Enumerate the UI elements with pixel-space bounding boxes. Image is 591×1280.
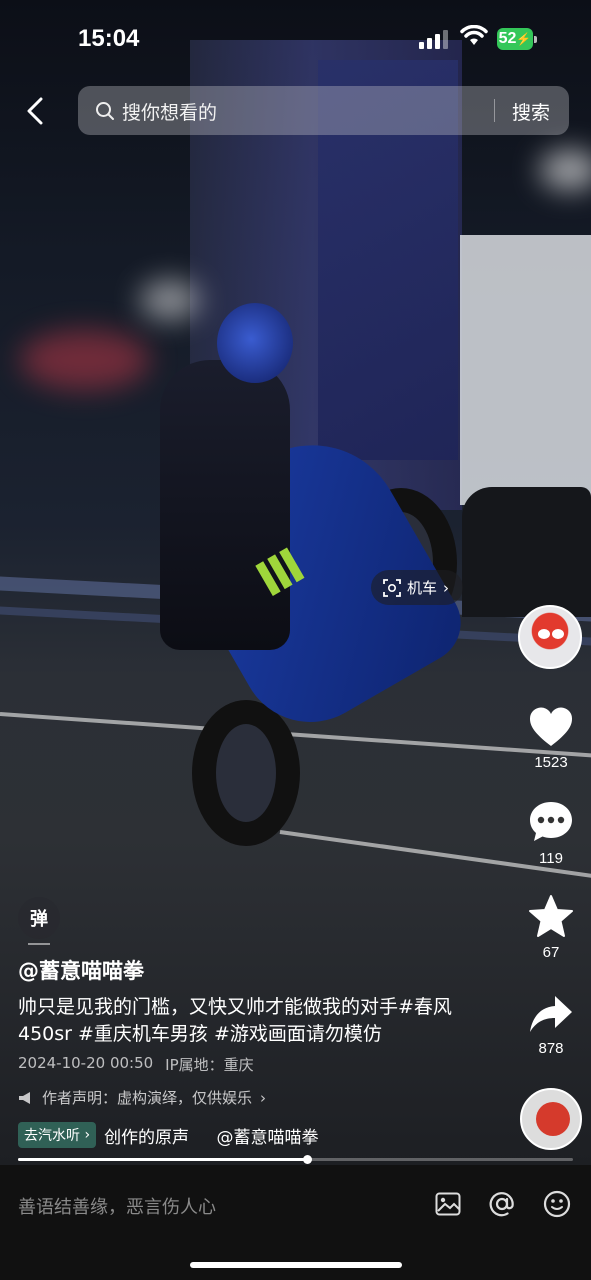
- favorite-count: 67: [542, 944, 560, 961]
- wifi-icon: [460, 25, 488, 45]
- at-icon: [489, 1192, 514, 1217]
- video-tag-label: 机车: [407, 579, 438, 597]
- emoji-icon: [543, 1190, 571, 1218]
- rider: [160, 360, 290, 650]
- image-icon: [435, 1192, 461, 1216]
- comment-count: 119: [539, 850, 563, 867]
- heart-icon: [529, 707, 573, 746]
- megaphone-icon: [19, 1091, 30, 1104]
- music-row[interactable]: 去汽水听 › 创作的原声 @蓄意喵喵拳: [18, 1122, 434, 1148]
- music-title: 创作的原声 @蓄意喵喵拳: [104, 1123, 434, 1148]
- battery-icon: 52 ⚡: [497, 28, 537, 50]
- video-progress-fill: [18, 1158, 307, 1161]
- image-button[interactable]: [433, 1189, 463, 1219]
- music-disc[interactable]: [520, 1088, 582, 1150]
- search-divider: [494, 99, 495, 122]
- chevron-right-icon: ›: [443, 578, 450, 597]
- declaration-text: 作者声明：虚构演绎，仅供娱乐: [42, 1089, 253, 1107]
- danmaku-label: 弹: [30, 909, 48, 930]
- star-icon: [529, 895, 573, 937]
- back-arrow-icon: [27, 97, 43, 125]
- comment-icon: [530, 802, 572, 841]
- share-button[interactable]: 878: [520, 994, 582, 1057]
- bg-light: [20, 330, 150, 390]
- video-progress-knob[interactable]: [302, 1155, 312, 1164]
- share-icon: [530, 996, 572, 1032]
- bg-light: [140, 280, 200, 320]
- like-count: 1523: [534, 754, 568, 771]
- video-tag-chip[interactable]: 机车 ›: [371, 570, 464, 605]
- favorite-button[interactable]: 67: [520, 894, 582, 961]
- danmaku-toggle[interactable]: 弹: [18, 897, 60, 945]
- music-app-tag[interactable]: 去汽水听 ›: [18, 1122, 97, 1148]
- comment-bar: 善语结善缘，恶言伤人心: [0, 1165, 591, 1280]
- cellular-signal-icon: [419, 30, 448, 49]
- chevron-right-icon: ›: [260, 1088, 267, 1107]
- scan-icon: [383, 578, 401, 597]
- search-bar[interactable]: 搜你想看的 搜索: [78, 86, 569, 135]
- mention-button[interactable]: [487, 1189, 517, 1219]
- video-player[interactable]: Ⅲ: [0, 0, 591, 1165]
- music-app-tag-label: 去汽水听: [24, 1128, 80, 1144]
- back-button[interactable]: [20, 95, 50, 127]
- bg-light: [540, 150, 591, 190]
- battery-level: 52: [498, 30, 517, 47]
- post-meta: 2024-10-20 00:50 IP属地：重庆: [18, 1054, 254, 1075]
- search-input[interactable]: 搜你想看的: [122, 98, 217, 125]
- comment-button[interactable]: 119: [520, 800, 582, 867]
- rider-helmet: [217, 303, 293, 383]
- video-progress-bar[interactable]: [18, 1155, 573, 1164]
- search-button[interactable]: 搜索: [512, 98, 550, 125]
- author-declaration[interactable]: 作者声明：虚构演绎，仅供娱乐 ›: [18, 1087, 266, 1108]
- post-date: 2024-10-20 00:50: [18, 1054, 154, 1072]
- search-icon: [96, 102, 114, 120]
- post-description[interactable]: 帅只是见我的门槛，又快又帅才能做我的对手#春风450sr #重庆机车男孩 #游戏…: [18, 994, 488, 1048]
- avatar-eye: [538, 629, 550, 639]
- home-indicator[interactable]: [190, 1262, 402, 1268]
- author-name[interactable]: @蓄意喵喵拳: [18, 955, 144, 985]
- author-avatar[interactable]: [518, 605, 582, 669]
- comment-input[interactable]: 善语结善缘，恶言伤人心: [18, 1193, 216, 1219]
- share-count: 878: [538, 1040, 564, 1057]
- post-ip-location: IP属地：重庆: [165, 1056, 254, 1074]
- bike-rear-wheel: [192, 700, 300, 846]
- avatar-eye: [552, 629, 564, 639]
- like-button[interactable]: 1523: [520, 706, 582, 771]
- status-bar: 15:04 52 ⚡: [0, 0, 591, 80]
- bg-car: [462, 487, 591, 617]
- emoji-button[interactable]: [542, 1189, 572, 1219]
- status-time: 15:04: [78, 25, 140, 52]
- music-name: 创作的原声: [104, 1127, 190, 1148]
- bg-wall: [460, 235, 591, 505]
- music-author: @蓄意喵喵拳: [216, 1127, 319, 1148]
